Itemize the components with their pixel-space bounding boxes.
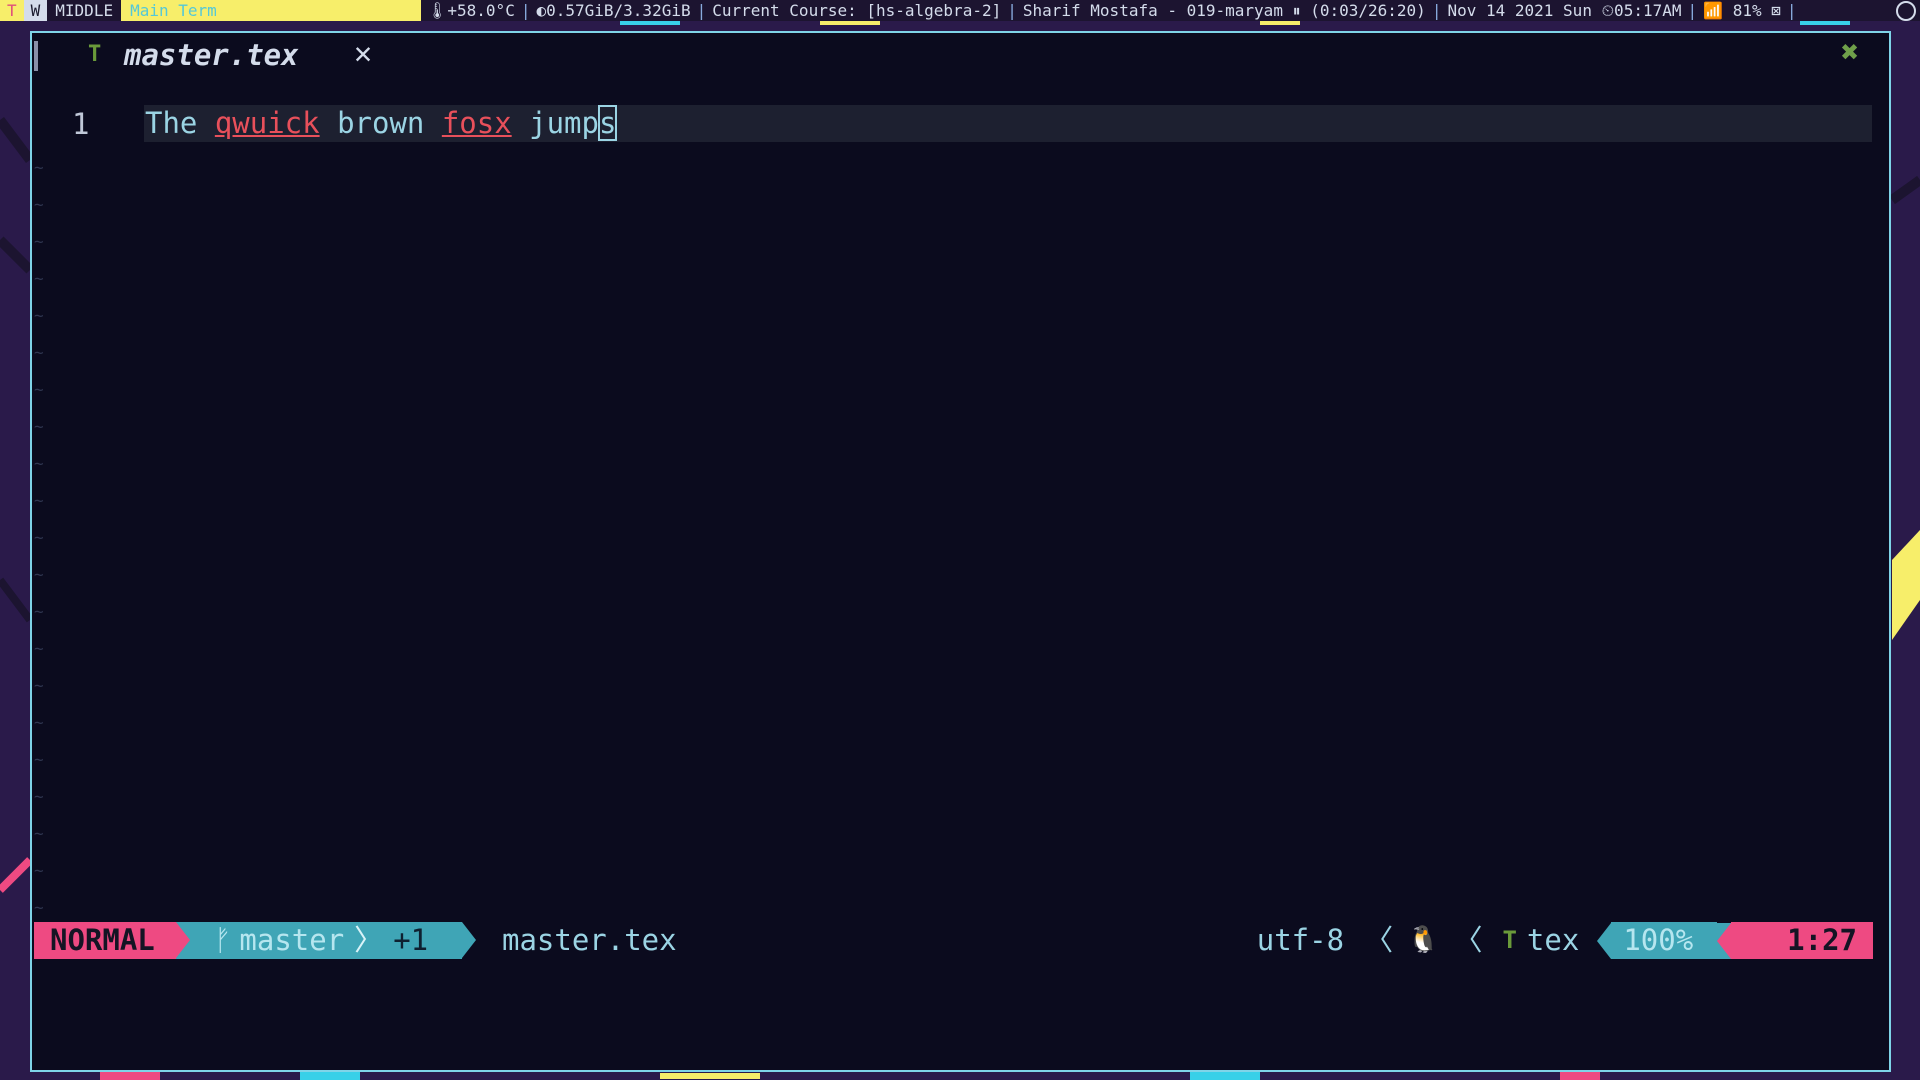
tex-file-icon: T bbox=[88, 42, 102, 67]
file-type: tex bbox=[1526, 923, 1580, 957]
statusline: NORMAL ᚠ master 〉 +1 master.tex utf-8 〈 🐧 〈… bbox=[34, 922, 1873, 959]
percent-separator bbox=[1597, 922, 1612, 959]
current-course: Current Course: [hs-algebra-2] bbox=[712, 1, 1002, 20]
mode-separator bbox=[176, 922, 190, 958]
position-separator bbox=[1717, 922, 1732, 959]
workspace-tag-w[interactable]: W bbox=[23, 0, 48, 21]
line-number: 1 bbox=[72, 107, 90, 141]
memory-usage: ◐0.57GiB/3.32GiB bbox=[536, 1, 691, 20]
misspelled-word: fosx bbox=[441, 106, 512, 140]
battery-status: 📶 81% ⊠ bbox=[1703, 1, 1781, 20]
terminal-window[interactable]: T master.tex ✕ ✖ 1 The qwuick brown fosx… bbox=[30, 31, 1891, 1072]
file-encoding: utf-8 bbox=[1256, 923, 1345, 957]
separator: | bbox=[1687, 1, 1698, 20]
separator: | bbox=[520, 1, 531, 20]
layout-indicator[interactable]: MIDDLE bbox=[47, 0, 122, 21]
session-timer: Sharif Mostafa - 019-maryam ⏸ (0:03/26:2… bbox=[1022, 1, 1426, 20]
text-cursor: s bbox=[597, 105, 618, 141]
statusline-right: utf-8 〈 🐧 〈 T tex 100% 1:27 bbox=[1257, 922, 1873, 959]
git-branch-icon: ᚠ bbox=[214, 923, 232, 957]
separator: | bbox=[1786, 1, 1797, 20]
chevron-left-icon: 〈 bbox=[1364, 923, 1394, 957]
workspace-tag-active[interactable]: T bbox=[0, 0, 24, 21]
separator: | bbox=[1007, 1, 1017, 20]
tab-master-tex[interactable]: master.tex bbox=[124, 38, 299, 72]
git-changes: +1 bbox=[393, 923, 429, 957]
word: brown bbox=[319, 106, 442, 140]
word: The bbox=[145, 106, 215, 140]
status-text: 🌡+58.0°C | ◐0.57GiB/3.32GiB | Current Course… bbox=[421, 0, 1896, 21]
empty-line-markers: ~ ~ ~ ~ ~ ~ ~ ~ ~ ~ ~ ~ ~ ~ ~ ~ ~ ~ ~ ~ … bbox=[34, 158, 44, 954]
separator: | bbox=[696, 1, 707, 20]
date-time: Nov 14 2021 Sun ⏲05:17AM bbox=[1447, 1, 1682, 20]
chevron-left-icon: 〈 bbox=[1453, 923, 1483, 957]
editor-area[interactable]: 1 The qwuick brown fosx jumps ~ ~ ~ ~ ~ … bbox=[32, 77, 1889, 957]
linux-icon: 🐧 bbox=[1407, 925, 1440, 955]
buffer-tabline: T master.tex ✕ ✖ bbox=[32, 33, 1889, 77]
editor-line[interactable]: The qwuick brown fosx jumps bbox=[145, 105, 618, 141]
git-section: ᚠ master 〉 +1 bbox=[176, 922, 462, 959]
mode-indicator: NORMAL bbox=[34, 922, 176, 959]
git-separator bbox=[462, 922, 476, 958]
statusline-filename: master.tex bbox=[502, 923, 677, 957]
cpu-temperature: 🌡+58.0°C bbox=[427, 1, 515, 20]
power-icon[interactable] bbox=[1896, 0, 1916, 21]
tex-filetype-icon: T bbox=[1502, 926, 1517, 954]
tab-marker bbox=[34, 41, 38, 71]
window-close-icon[interactable]: ✖ bbox=[1841, 35, 1859, 70]
misspelled-word: qwuick bbox=[214, 106, 320, 140]
system-top-bar: T W MIDDLE Main Term 🌡+58.0°C | ◐0.57GiB/3… bbox=[0, 0, 1920, 21]
cursor-position: 1:27 bbox=[1731, 922, 1873, 959]
git-branch: master bbox=[239, 923, 345, 957]
tab-close-icon[interactable]: ✕ bbox=[354, 36, 372, 71]
focused-window-title: Main Term bbox=[121, 0, 422, 21]
word: jump bbox=[511, 106, 599, 140]
chevron-right-icon: 〉 bbox=[354, 923, 384, 957]
separator: | bbox=[1431, 1, 1442, 20]
scroll-percent: 100% bbox=[1611, 922, 1718, 959]
